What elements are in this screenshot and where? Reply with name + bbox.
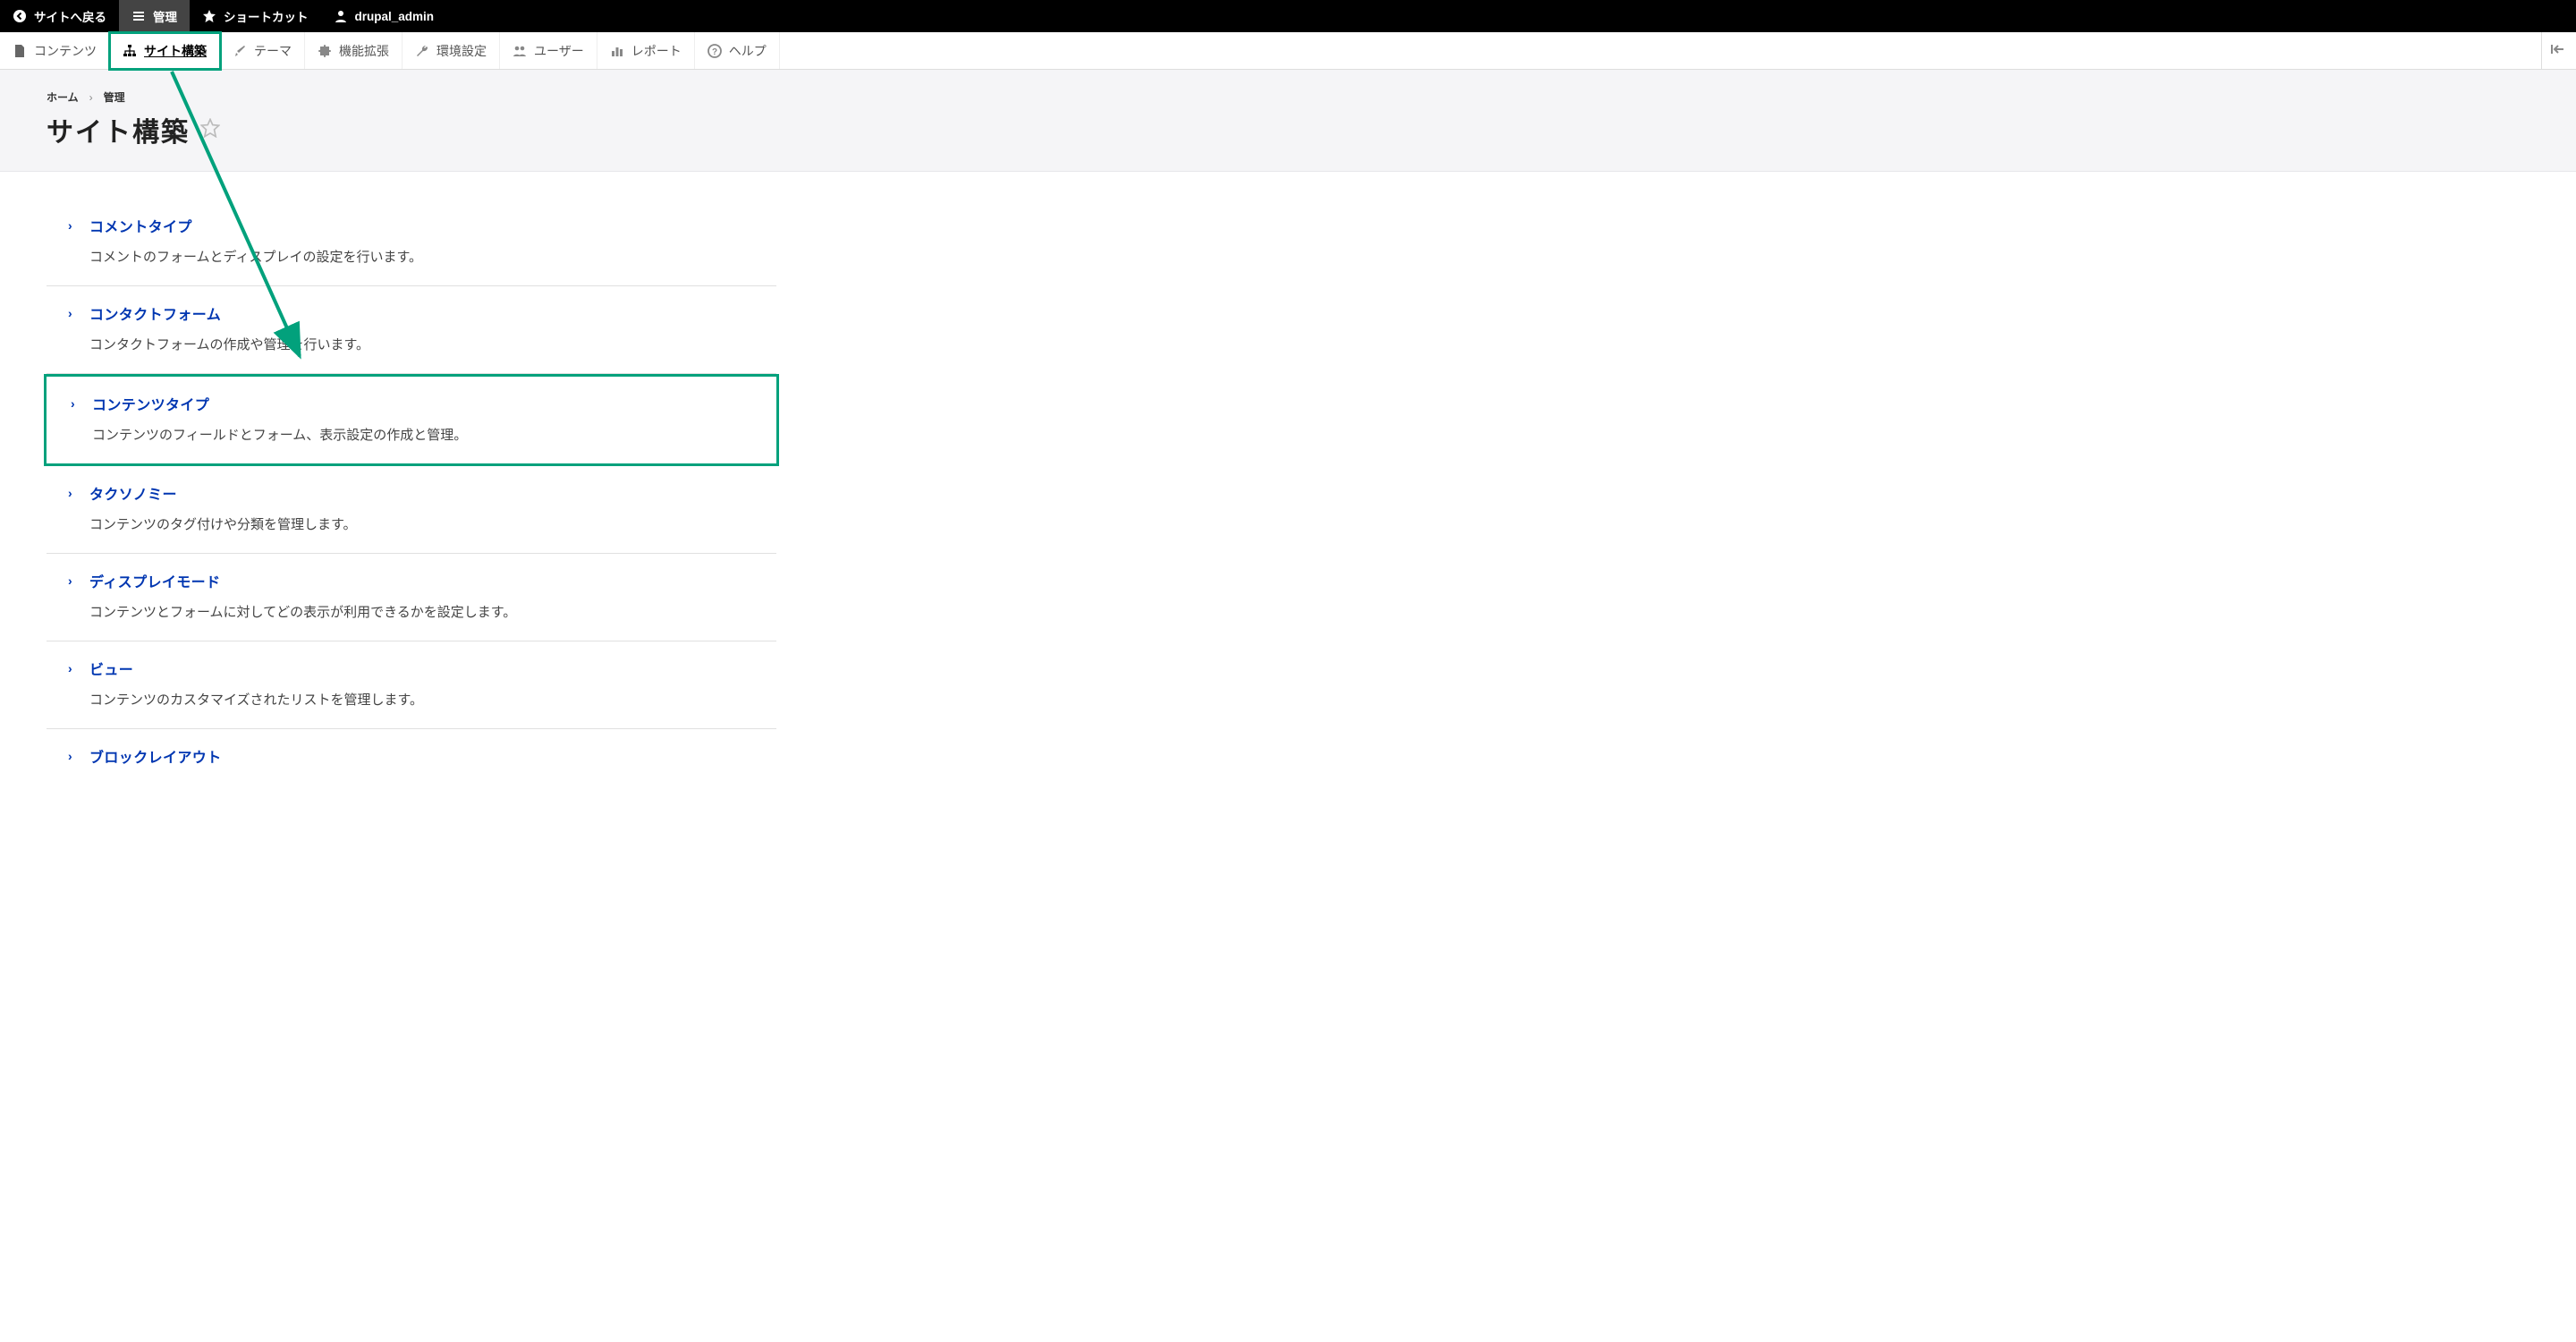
list-item-desc: コンタクトフォームの作成や管理を行います。: [68, 335, 776, 353]
toolbar-label: コンテンツ: [34, 42, 97, 60]
wrench-icon: [415, 44, 429, 58]
list-item-block-layout[interactable]: › ブロックレイアウト: [47, 729, 776, 767]
list-item-title: ブロックレイアウト: [89, 745, 222, 767]
toolbar-label: サイト構築: [144, 42, 207, 60]
toolbar-item-content[interactable]: コンテンツ: [0, 32, 110, 69]
list-item-content-types[interactable]: › コンテンツタイプ コンテンツのフィールドとフォーム、表示設定の作成と管理。: [44, 374, 779, 466]
back-to-site-link[interactable]: サイトへ戻る: [0, 0, 119, 32]
list-item-desc: コンテンツのフィールドとフォーム、表示設定の作成と管理。: [71, 425, 774, 444]
toolbar-item-help[interactable]: ? ヘルプ: [695, 32, 780, 69]
structure-list: › コメントタイプ コメントのフォームとディスプレイの設定を行います。 › コンタク…: [0, 172, 823, 767]
list-item-title: ビュー: [89, 658, 133, 679]
help-icon: ?: [708, 44, 722, 58]
list-item-taxonomy[interactable]: › タクソノミー コンテンツのタグ付けや分類を管理します。: [47, 466, 776, 554]
manage-toggle[interactable]: 管理: [119, 0, 190, 32]
toolbar-label: レポート: [631, 42, 682, 60]
chevron-right-icon: ›: [68, 306, 80, 320]
user-icon: [334, 9, 348, 23]
chevron-right-icon: ›: [68, 486, 80, 500]
chevron-right-icon: ›: [71, 396, 83, 411]
page-title: サイト構築: [47, 110, 190, 149]
brush-icon: [233, 44, 247, 58]
chart-icon: [610, 44, 624, 58]
user-label: drupal_admin: [355, 10, 435, 23]
list-item-title: コンタクトフォーム: [89, 302, 221, 324]
list-item-comment-types[interactable]: › コメントタイプ コメントのフォームとディスプレイの設定を行います。: [47, 199, 776, 286]
sitemap-icon: [123, 44, 137, 58]
file-icon: [13, 44, 27, 58]
star-outline-icon: [200, 118, 220, 138]
chevron-right-icon: ›: [68, 573, 80, 588]
toolbar-label: ヘルプ: [729, 42, 767, 60]
list-item-title: コンテンツタイプ: [92, 393, 209, 414]
puzzle-icon: [318, 44, 332, 58]
manage-label: 管理: [153, 7, 177, 25]
breadcrumb-home[interactable]: ホーム: [47, 89, 79, 105]
toolbar-item-people[interactable]: ユーザー: [500, 32, 597, 69]
list-item-desc: コンテンツとフォームに対してどの表示が利用できるかを設定します。: [68, 602, 776, 621]
toolbar-label: 環境設定: [436, 42, 487, 60]
hamburger-icon: [131, 9, 146, 23]
list-item-contact-forms[interactable]: › コンタクトフォーム コンタクトフォームの作成や管理を行います。: [47, 286, 776, 374]
list-item-display-modes[interactable]: › ディスプレイモード コンテンツとフォームに対してどの表示が利用できるかを設定し…: [47, 554, 776, 641]
chevron-right-icon: ›: [68, 218, 80, 233]
admin-toolbar: コンテンツ サイト構築 テーマ 機能拡張 環境設定 ユーザー レポート ? ヘル…: [0, 32, 2576, 70]
toolbar-label: ユーザー: [534, 42, 584, 60]
users-icon: [513, 44, 527, 58]
list-item-desc: コメントのフォームとディスプレイの設定を行います。: [68, 247, 776, 266]
breadcrumb-separator: ›: [89, 91, 93, 104]
breadcrumb-admin[interactable]: 管理: [104, 89, 125, 105]
star-icon: [202, 9, 216, 23]
admin-topbar: サイトへ戻る 管理 ショートカット drupal_admin: [0, 0, 2576, 32]
toolbar-label: テーマ: [254, 42, 292, 60]
toolbar-item-appearance[interactable]: テーマ: [220, 32, 305, 69]
svg-text:?: ?: [712, 47, 717, 57]
page-header: ホーム › 管理 サイト構築: [0, 70, 2576, 172]
list-item-title: ディスプレイモード: [89, 570, 220, 591]
list-item-desc: コンテンツのタグ付けや分類を管理します。: [68, 514, 776, 533]
toolbar-item-extend[interactable]: 機能拡張: [305, 32, 402, 69]
toolbar-collapse-button[interactable]: [2541, 32, 2576, 69]
favorite-toggle[interactable]: [200, 118, 220, 142]
toolbar-item-reports[interactable]: レポート: [597, 32, 695, 69]
breadcrumb: ホーム › 管理: [47, 89, 2576, 105]
list-item-title: コメントタイプ: [89, 215, 192, 236]
user-menu[interactable]: drupal_admin: [321, 0, 447, 32]
toolbar-item-config[interactable]: 環境設定: [402, 32, 500, 69]
back-arrow-icon: [13, 9, 27, 23]
toolbar-label: 機能拡張: [339, 42, 389, 60]
list-item-desc: コンテンツのカスタマイズされたリストを管理します。: [68, 690, 776, 709]
back-to-site-label: サイトへ戻る: [34, 7, 106, 25]
shortcuts-label: ショートカット: [224, 7, 309, 25]
chevron-right-icon: ›: [68, 749, 80, 763]
list-item-views[interactable]: › ビュー コンテンツのカスタマイズされたリストを管理します。: [47, 641, 776, 729]
chevron-right-icon: ›: [68, 661, 80, 675]
collapse-icon: [2551, 43, 2567, 58]
list-item-title: タクソノミー: [89, 482, 177, 504]
shortcuts-link[interactable]: ショートカット: [190, 0, 321, 32]
toolbar-item-structure[interactable]: サイト構築: [110, 32, 220, 69]
